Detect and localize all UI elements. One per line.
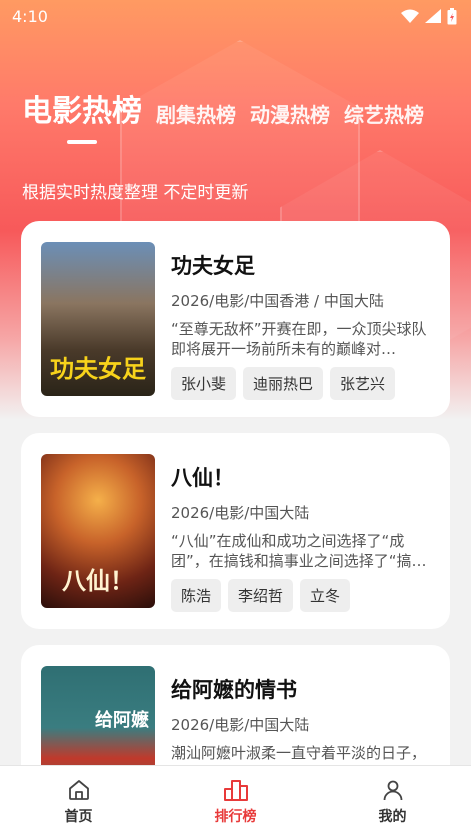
movie-list: 功夫女足 功夫女足 2026/电影/中国香港 / 中国大陆 “至尊无敌杯”开赛在… <box>21 221 450 837</box>
ranking-icon <box>223 779 248 801</box>
active-tab-indicator <box>67 140 97 144</box>
bottom-nav: 首页 排行榜 我的 <box>0 765 471 837</box>
movie-card[interactable]: 功夫女足 功夫女足 2026/电影/中国香港 / 中国大陆 “至尊无敌杯”开赛在… <box>21 221 450 417</box>
home-icon <box>68 779 89 800</box>
poster-title: 功夫女足 <box>50 354 146 383</box>
cast-tags: 陈浩 李绍哲 立冬 <box>171 579 430 612</box>
nav-ranking-label: 排行榜 <box>214 808 257 825</box>
cast-tag[interactable]: 张艺兴 <box>330 367 396 400</box>
movie-description: “至尊无敌杯”开赛在即，一众顶尖球队即将展开一场前所未有的巅峰对… <box>171 320 427 358</box>
signal-icon <box>425 9 441 23</box>
cast-tag[interactable]: 立冬 <box>300 579 351 612</box>
battery-icon <box>447 7 457 24</box>
cast-tag[interactable]: 李绍哲 <box>228 579 294 612</box>
nav-home[interactable]: 首页 <box>39 778 119 826</box>
cast-tag[interactable]: 张小斐 <box>171 367 237 400</box>
tab-variety[interactable]: 综艺热榜 <box>344 99 424 138</box>
movie-meta: 2026/电影/中国大陆 <box>171 716 310 734</box>
movie-card[interactable]: 八仙！ 八仙！ 2026/电影/中国大陆 “八仙”在成仙和成功之间选择了“成团”… <box>21 433 450 629</box>
status-time: 4:10 <box>12 6 48 26</box>
poster-title: 给阿嬷 <box>95 710 149 731</box>
tab-anime[interactable]: 动漫热榜 <box>250 99 330 138</box>
ranking-tabs: 电影热榜 剧集热榜 动漫热榜 综艺热榜 <box>22 86 471 144</box>
movie-meta: 2026/电影/中国大陆 <box>171 504 310 522</box>
list-subtitle: 根据实时热度整理 不定时更新 <box>22 183 249 203</box>
nav-profile-label: 我的 <box>378 808 407 825</box>
movie-description: “八仙”在成仙和成功之间选择了“成团”，在搞钱和搞事业之间选择了“搞… <box>171 532 427 570</box>
cast-tag[interactable]: 迪丽热巴 <box>243 367 324 400</box>
tab-movie-label: 电影热榜 <box>22 94 142 129</box>
user-icon <box>383 780 402 800</box>
movie-poster: 八仙！ <box>41 454 155 608</box>
movie-poster: 功夫女足 <box>41 242 155 396</box>
cast-tags: 张小斐 迪丽热巴 张艺兴 <box>171 367 430 400</box>
movie-title: 给阿嬷的情书 <box>171 678 297 702</box>
nav-ranking[interactable]: 排行榜 <box>196 778 276 826</box>
nav-home-label: 首页 <box>64 808 93 825</box>
tab-series[interactable]: 剧集热榜 <box>156 99 236 138</box>
movie-meta: 2026/电影/中国香港 / 中国大陆 <box>171 292 384 310</box>
wifi-icon <box>401 9 419 23</box>
status-bar: 4:10 <box>0 0 471 32</box>
poster-title: 八仙！ <box>62 566 134 595</box>
tab-movie[interactable]: 电影热榜 <box>22 86 142 144</box>
cast-tag[interactable]: 陈浩 <box>171 579 222 612</box>
movie-title: 八仙！ <box>171 466 234 490</box>
movie-title: 功夫女足 <box>171 254 255 278</box>
nav-profile[interactable]: 我的 <box>353 778 433 826</box>
